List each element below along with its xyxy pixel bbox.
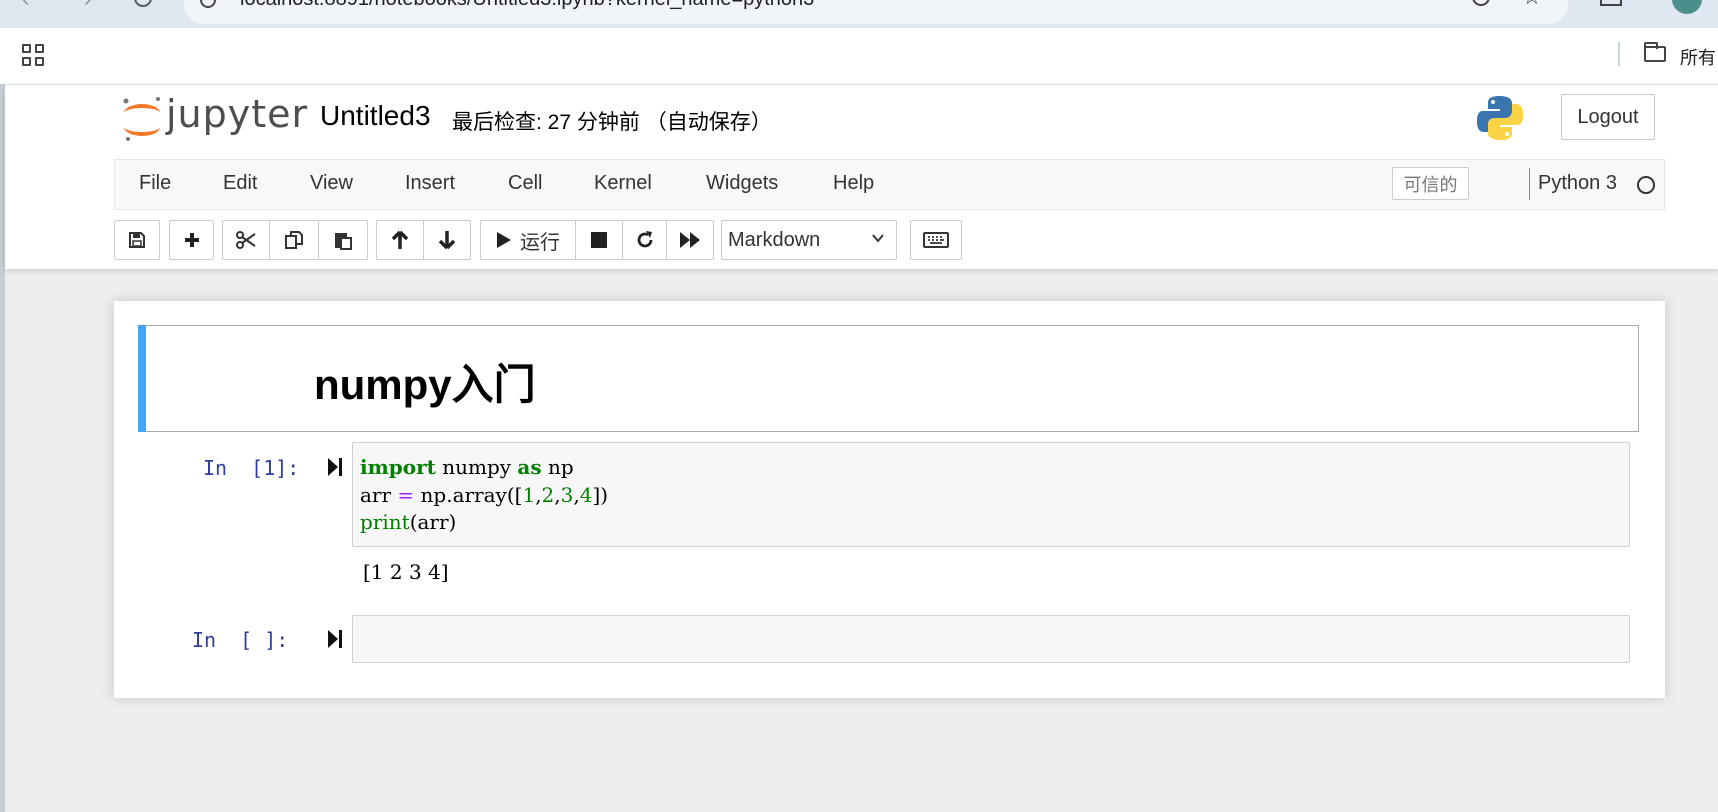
run-cell-icon[interactable] — [327, 456, 343, 478]
input-prompt-empty: In [ ]: — [192, 628, 289, 652]
insert-cell-button[interactable] — [169, 220, 214, 260]
command-palette-button[interactable] — [910, 220, 962, 260]
menu-widgets[interactable]: Widgets — [706, 172, 778, 195]
trusted-indicator[interactable]: 可信的 — [1392, 167, 1469, 200]
move-up-button[interactable] — [376, 220, 424, 260]
move-down-button[interactable] — [423, 220, 471, 260]
restart-button[interactable] — [622, 220, 667, 260]
markdown-heading: numpy入门 — [314, 361, 536, 408]
kernel-name[interactable]: Python 3 — [1538, 172, 1617, 195]
menu-help[interactable]: Help — [833, 172, 874, 195]
paste-icon — [335, 233, 352, 250]
chevron-down-icon — [872, 234, 884, 243]
kernel-idle-icon — [1637, 176, 1655, 194]
menu-file[interactable]: File — [139, 172, 171, 195]
python-logo-icon — [1477, 96, 1523, 140]
bookmark-star-icon[interactable]: ☆ — [1522, 0, 1542, 10]
menu-view[interactable]: View — [310, 172, 353, 195]
save-icon — [129, 232, 145, 248]
menu-kernel[interactable]: Kernel — [594, 172, 652, 195]
paste-button[interactable] — [318, 220, 368, 260]
stop-icon — [591, 232, 607, 248]
folder-icon[interactable] — [1644, 42, 1666, 62]
scissors-icon — [236, 231, 256, 249]
input-prompt: In [1]: — [203, 456, 300, 480]
fast-forward-icon — [680, 232, 700, 248]
apps-grid-icon[interactable] — [22, 44, 44, 66]
keyboard-icon — [923, 232, 949, 248]
interrupt-button[interactable] — [575, 220, 623, 260]
url-text[interactable]: localhost:8891/notebooks/Untitled3.ipynb… — [240, 0, 814, 11]
empty-code-editor[interactable] — [352, 615, 1630, 663]
menu-insert[interactable]: Insert — [405, 172, 455, 195]
selected-cell-indicator — [138, 325, 146, 432]
restart-run-all-button[interactable] — [666, 220, 714, 260]
bookmark-folder-label[interactable]: 所有 — [1680, 44, 1716, 70]
copy-icon — [285, 231, 303, 249]
code-line-2: arr = np.array([1,2,3,4]) — [360, 483, 609, 507]
cell-output: [1 2 3 4] — [363, 560, 449, 584]
bookmarks-bar — [0, 28, 1718, 84]
menu-cell[interactable]: Cell — [508, 172, 542, 195]
forward-arrow-icon[interactable]: › — [84, 0, 106, 10]
save-button[interactable] — [114, 220, 160, 260]
cell-type-value: Markdown — [728, 228, 821, 251]
cell-type-select[interactable]: Markdown — [721, 220, 897, 260]
logout-button[interactable]: Logout — [1561, 94, 1655, 140]
run-button[interactable]: 运行 — [480, 220, 576, 260]
plus-icon — [184, 233, 199, 247]
restart-icon — [637, 231, 652, 248]
arrow-up-icon — [391, 230, 409, 249]
play-icon — [497, 232, 511, 248]
jupyter-wordmark[interactable]: jupyter — [166, 92, 308, 136]
run-cell-icon[interactable] — [327, 628, 343, 650]
notebook-title[interactable]: Untitled3 — [320, 100, 431, 132]
extensions-icon[interactable] — [1600, 0, 1622, 6]
code-line-1: import numpy as np — [360, 455, 574, 479]
menu-edit[interactable]: Edit — [223, 172, 257, 195]
kernel-divider — [1529, 168, 1530, 200]
bookmarks-divider — [1618, 42, 1620, 66]
copy-button[interactable] — [269, 220, 319, 260]
arrow-down-icon — [438, 231, 456, 250]
save-status: 最后检查: 27 分钟前 （自动保存） — [452, 111, 772, 134]
code-line-3: print(arr) — [360, 510, 457, 534]
cut-button[interactable] — [222, 220, 270, 260]
run-label: 运行 — [520, 231, 560, 254]
back-arrow-icon[interactable]: ‹ — [22, 0, 44, 10]
